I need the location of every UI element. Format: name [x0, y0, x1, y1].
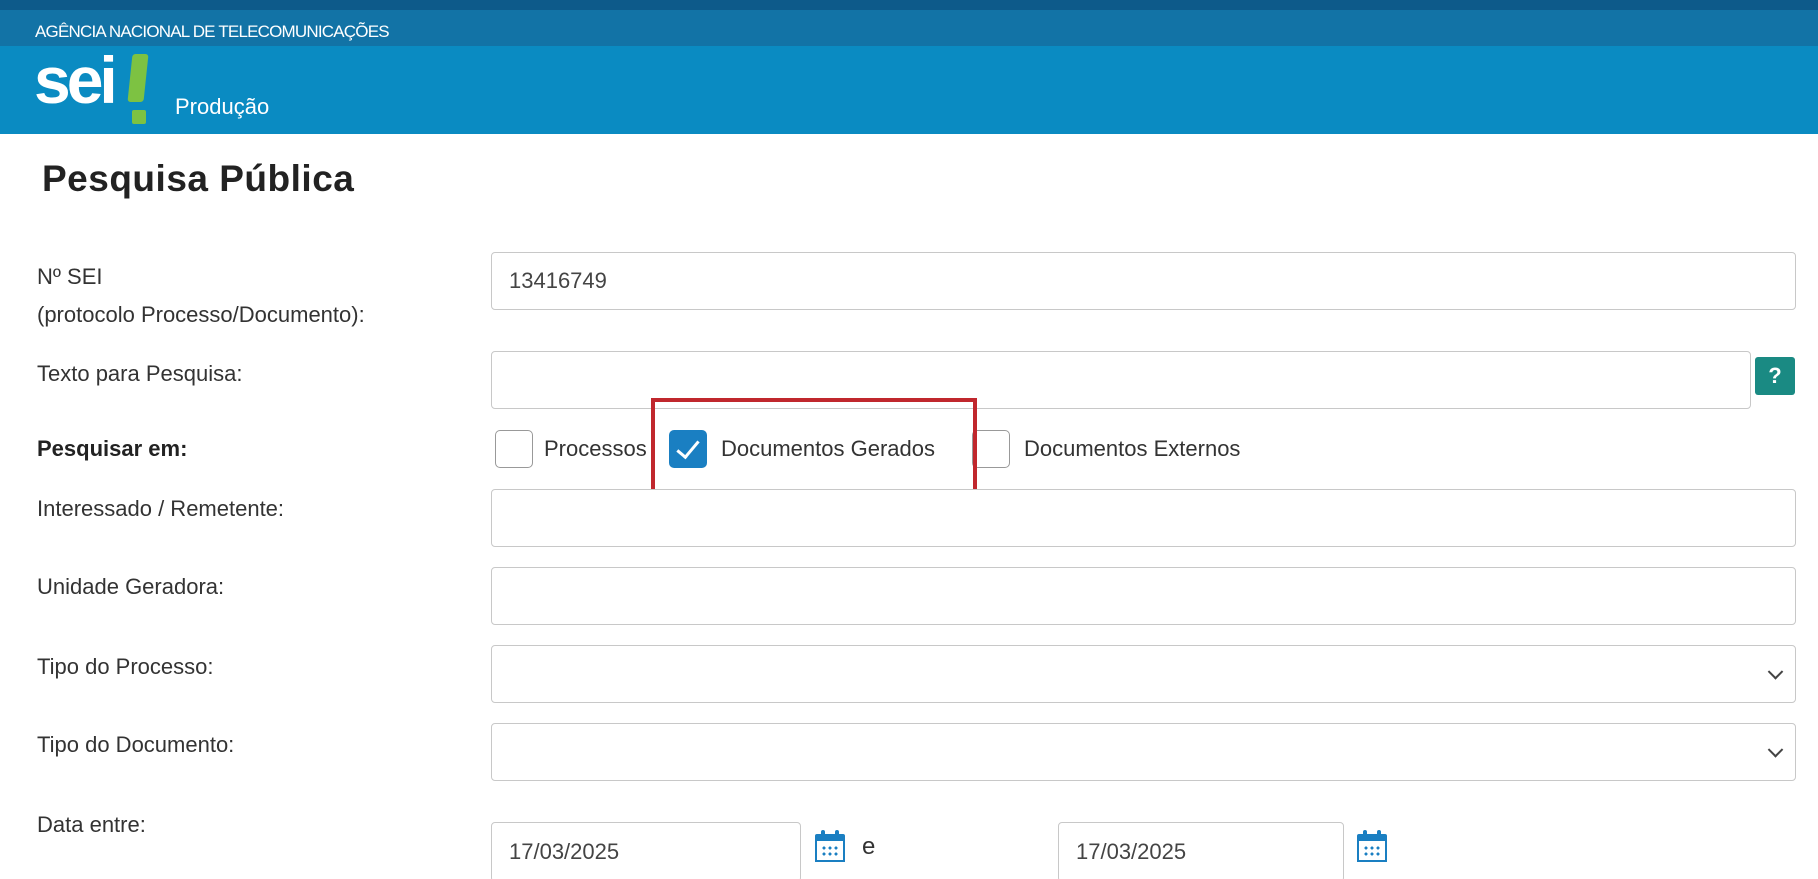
highlight-annotation-box [651, 398, 977, 497]
environment-label: Produção [175, 94, 270, 119]
brand-bar: sei Produção [0, 43, 1818, 134]
sei-logo[interactable]: sei [34, 43, 154, 128]
documentos-externos-checkbox[interactable] [972, 430, 1010, 468]
calendar-icon[interactable] [815, 830, 845, 862]
data-inicio-input[interactable]: 17/03/2025 [491, 822, 801, 879]
chevron-down-icon [1767, 742, 1784, 758]
tipo-documento-select[interactable] [491, 723, 1796, 781]
top-header-bar: AGÊNCIA NACIONAL DE TELECOMUNICAÇÕES [0, 0, 1818, 46]
nsei-label: Nº SEI (protocolo Processo/Documento): [37, 260, 365, 332]
data-entre-label: Data entre: [37, 812, 146, 837]
page-title: Pesquisa Pública [42, 158, 355, 199]
interessado-label: Interessado / Remetente: [37, 496, 285, 521]
calendar-icon[interactable] [1357, 830, 1387, 862]
data-separator: e [862, 833, 876, 860]
interessado-input[interactable] [491, 489, 1796, 547]
nsei-input[interactable]: 13416749 [491, 252, 1796, 310]
data-inicio-value: 17/03/2025 [509, 839, 620, 864]
documentos-externos-checkbox-label[interactable]: Documentos Externos [1024, 432, 1240, 466]
processos-checkbox[interactable] [495, 430, 533, 468]
unidade-geradora-label: Unidade Geradora: [37, 574, 225, 599]
unidade-geradora-input[interactable] [491, 567, 1796, 625]
tipo-processo-label: Tipo do Processo: [37, 654, 214, 679]
chevron-down-icon [1767, 664, 1784, 680]
logo-accent-bar [127, 54, 149, 102]
tipo-documento-label: Tipo do Documento: [37, 732, 235, 757]
nsei-label-line1: Nº SEI [37, 264, 103, 289]
texto-pesquisa-label: Texto para Pesquisa: [37, 361, 243, 386]
data-fim-input[interactable]: 17/03/2025 [1058, 822, 1344, 879]
sei-logo-text: sei [34, 43, 118, 117]
nsei-label-line2: (protocolo Processo/Documento): [37, 302, 365, 327]
nsei-value: 13416749 [509, 268, 607, 293]
pesquisar-em-label: Pesquisar em: [37, 436, 188, 461]
tipo-processo-select[interactable] [491, 645, 1796, 703]
logo-accent-dot [132, 110, 146, 124]
data-fim-value: 17/03/2025 [1076, 839, 1187, 864]
organization-name: AGÊNCIA NACIONAL DE TELECOMUNICAÇÕES [35, 22, 390, 41]
help-icon[interactable]: ? [1755, 357, 1795, 395]
processos-checkbox-label[interactable]: Processos [544, 432, 647, 466]
